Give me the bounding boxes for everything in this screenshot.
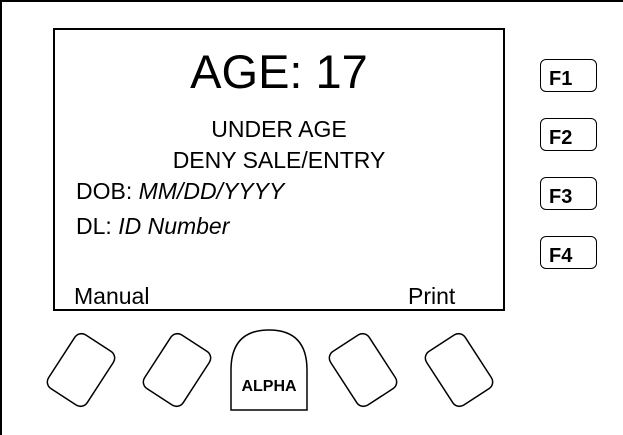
alpha-key-label: ALPHA (241, 378, 297, 395)
soft-key-row: ALPHA (44, 329, 495, 411)
soft-key-2[interactable] (140, 331, 213, 410)
soft-key-3[interactable] (326, 331, 399, 410)
alpha-key[interactable] (230, 329, 308, 411)
soft-key-4[interactable] (422, 331, 495, 410)
soft-key-1[interactable] (44, 331, 117, 410)
